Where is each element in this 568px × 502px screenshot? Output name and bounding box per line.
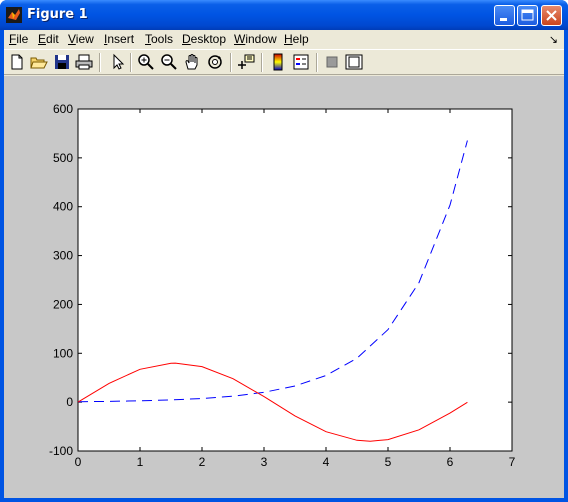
x-tick-label: 5: [385, 455, 392, 469]
rotate-3d-icon[interactable]: [205, 53, 225, 71]
x-tick-label: 6: [447, 455, 454, 469]
menu-window-rest: indow: [245, 32, 277, 46]
x-tick-label: 7: [509, 455, 516, 469]
y-tick-label: -100: [49, 444, 73, 458]
toolbar-separator: [99, 53, 101, 72]
menu-edit-rest: dit: [46, 32, 59, 46]
menu-desktop-mnemonic: D: [182, 32, 191, 46]
plot-svg: 0 1 2 3 4 5 6 7-1000100200300400500600: [49, 102, 516, 469]
toolbar-separator: [230, 53, 232, 72]
y-tick-label: 400: [53, 200, 73, 214]
legend-icon[interactable]: [291, 53, 311, 71]
menu-edit-mnemonic: E: [38, 32, 47, 46]
menu-edit[interactable]: Edit: [38, 32, 59, 46]
x-tick-label: 2: [199, 455, 206, 469]
maximize-button[interactable]: [517, 5, 538, 26]
minimize-icon: [500, 18, 507, 21]
window-title: Figure 1: [27, 7, 88, 22]
close-icon: [546, 10, 557, 21]
figure-toolbar: [4, 49, 564, 75]
colorbar-icon[interactable]: [268, 53, 288, 71]
title-bar[interactable]: Figure 1: [0, 0, 568, 30]
y-tick-label: 100: [53, 346, 73, 360]
axes-box[interactable]: [77, 108, 513, 452]
new-figure-icon[interactable]: [7, 53, 27, 71]
show-plot-tools-icon[interactable]: [344, 53, 364, 71]
minimize-button[interactable]: [494, 5, 515, 26]
menu-tools-rest: ools: [151, 32, 174, 46]
client-area: File Edit View Insert Tools Desktop Wind…: [4, 30, 564, 498]
x-tick-label: 3: [261, 455, 268, 469]
menu-desktop[interactable]: Desktop: [182, 32, 226, 46]
save-icon[interactable]: [52, 53, 72, 71]
menu-file-rest: ile: [16, 32, 29, 46]
y-tick-label: 500: [53, 151, 73, 165]
menu-desktop-rest: esktop: [190, 32, 227, 46]
figure-window: Figure 1 File Edit View Insert Tools Des…: [0, 0, 568, 502]
select-arrow-icon[interactable]: [107, 53, 127, 71]
figure-canvas[interactable]: 0 1 2 3 4 5 6 7 -100 0 100 200 300 400 500 600: [4, 76, 564, 498]
toolbar-separator: [261, 53, 263, 72]
menu-insert-rest: nsert: [107, 32, 135, 46]
y-tick-label: 0: [66, 395, 73, 409]
menu-help-mnemonic: H: [284, 32, 293, 46]
y-tick-label: 300: [53, 249, 73, 263]
pan-hand-icon[interactable]: [182, 53, 202, 71]
dock-arrow-icon[interactable]: ↘: [549, 33, 558, 46]
menu-view[interactable]: View: [68, 32, 94, 46]
print-icon[interactable]: [74, 53, 94, 71]
menu-window-mnemonic: W: [234, 32, 246, 46]
y-tick-label: 200: [53, 297, 73, 311]
toolbar-separator: [130, 53, 132, 72]
close-button[interactable]: [541, 5, 562, 26]
menu-file[interactable]: File: [9, 32, 28, 46]
menu-insert[interactable]: Insert: [104, 32, 134, 46]
toolbar-separator: [316, 53, 318, 72]
zoom-out-icon[interactable]: [159, 53, 179, 71]
y-tick-label: 600: [53, 102, 73, 116]
menu-view-mnemonic: V: [68, 32, 76, 46]
menu-bar: File Edit View Insert Tools Desktop Wind…: [4, 30, 564, 49]
data-cursor-icon[interactable]: [236, 53, 256, 71]
maximize-icon: [521, 9, 534, 21]
x-tick-label: 0: [75, 455, 82, 469]
open-file-icon[interactable]: [29, 53, 49, 71]
zoom-in-icon[interactable]: [136, 53, 156, 71]
menu-help-rest: elp: [292, 32, 309, 46]
hide-plot-tools-icon[interactable]: [322, 53, 342, 71]
menu-tools[interactable]: Tools: [145, 32, 173, 46]
menu-help[interactable]: Help: [284, 32, 309, 46]
matlab-icon: [6, 7, 22, 23]
menu-window[interactable]: Window: [234, 32, 277, 46]
x-tick-label: 1: [137, 455, 144, 469]
x-tick-label: 4: [323, 455, 330, 469]
menu-view-rest: iew: [75, 32, 94, 46]
